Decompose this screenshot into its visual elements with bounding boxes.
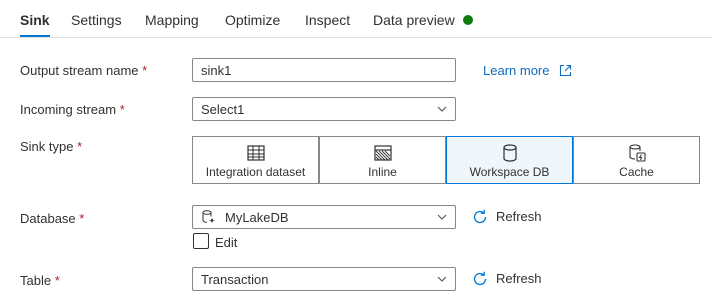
table-icon: [246, 145, 265, 161]
sink-type-label: Sink type *: [20, 139, 83, 154]
table-label: Table *: [20, 273, 60, 288]
tab-mapping[interactable]: Mapping: [145, 12, 199, 28]
sink-type-inline[interactable]: Inline: [319, 136, 446, 184]
output-stream-value: sink1: [201, 63, 232, 78]
lake-database-icon: [202, 210, 215, 223]
sink-type-workspace-db[interactable]: Workspace DB: [446, 136, 573, 184]
chevron-down-icon: [437, 106, 447, 112]
hatched-grid-icon: [373, 145, 392, 161]
output-stream-label: Output stream name *: [20, 63, 148, 78]
chevron-down-icon: [437, 214, 447, 220]
incoming-stream-value: Select1: [201, 102, 245, 117]
refresh-label: Refresh: [496, 209, 542, 224]
tab-bar: Sink Settings Mapping Optimize Inspect D…: [0, 0, 712, 38]
tab-sink[interactable]: Sink: [20, 12, 50, 28]
sink-type-integration-dataset[interactable]: Integration dataset: [192, 136, 319, 184]
tab-data-preview[interactable]: Data preview: [373, 12, 455, 28]
refresh-icon: [473, 271, 487, 286]
sink-type-option-label: Workspace DB: [469, 165, 550, 179]
table-dropdown[interactable]: Transaction: [192, 267, 456, 291]
edit-checkbox[interactable]: [193, 233, 209, 249]
sink-type-option-label: Integration dataset: [205, 165, 306, 179]
tab-inspect[interactable]: Inspect: [305, 12, 350, 28]
incoming-stream-dropdown[interactable]: Select1: [192, 97, 456, 121]
learn-more-link[interactable]: Learn more: [483, 63, 549, 78]
refresh-label: Refresh: [496, 271, 542, 286]
sink-type-option-label: Inline: [368, 165, 397, 179]
cache-icon: [628, 144, 646, 162]
table-value: Transaction: [201, 272, 269, 287]
database-icon: [502, 144, 517, 162]
sink-type-cache[interactable]: Cache: [573, 136, 700, 184]
sink-type-option-label: Cache: [619, 165, 654, 179]
chevron-down-icon: [437, 276, 447, 282]
status-dot-icon: [463, 15, 473, 25]
database-label: Database *: [20, 211, 85, 226]
edit-checkbox-label: Edit: [215, 235, 238, 250]
database-value: MyLakeDB: [225, 210, 289, 225]
tab-settings[interactable]: Settings: [71, 12, 122, 28]
output-stream-input[interactable]: sink1: [192, 58, 456, 82]
refresh-icon: [473, 209, 487, 224]
external-link-icon[interactable]: [559, 64, 572, 77]
incoming-stream-label: Incoming stream *: [20, 102, 125, 117]
database-dropdown[interactable]: MyLakeDB: [192, 205, 456, 229]
tab-optimize[interactable]: Optimize: [225, 12, 280, 28]
active-tab-indicator: [20, 35, 50, 37]
